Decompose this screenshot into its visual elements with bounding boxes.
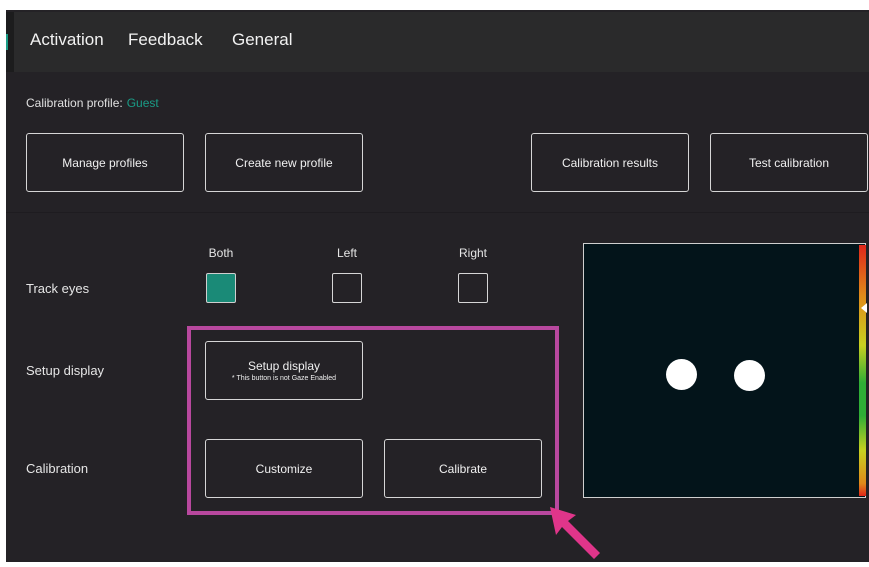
bottom-edge xyxy=(0,562,869,567)
tab-feedback[interactable]: Feedback xyxy=(128,30,203,50)
caret-left-icon xyxy=(861,303,867,313)
create-new-profile-button[interactable]: Create new profile xyxy=(205,133,363,192)
left-eye-dot xyxy=(666,359,697,390)
eye-tracker-preview xyxy=(583,243,866,498)
section-divider xyxy=(6,212,869,213)
right-eye-dot xyxy=(734,360,765,391)
distance-meter xyxy=(859,245,866,496)
calibration-label: Calibration xyxy=(26,461,89,476)
track-eyes-label: Track eyes xyxy=(26,281,90,296)
option-label-left: Left xyxy=(336,246,358,260)
highlight-box xyxy=(187,326,559,515)
setup-display-label: Setup display xyxy=(26,363,105,378)
calibration-results-button[interactable]: Calibration results xyxy=(531,133,689,192)
profile-name: Guest xyxy=(126,96,159,110)
option-label-both: Both xyxy=(208,246,234,260)
tab-activation[interactable]: Activation xyxy=(30,30,104,50)
collapsed-nav-edge[interactable] xyxy=(6,12,14,72)
track-both-checkbox[interactable] xyxy=(206,273,236,303)
arrow-up-left-icon xyxy=(550,507,600,559)
manage-profiles-button[interactable]: Manage profiles xyxy=(26,133,184,192)
track-left-checkbox[interactable] xyxy=(332,273,362,303)
calibration-profile-caption: Calibration profile: xyxy=(26,96,123,110)
test-calibration-button[interactable]: Test calibration xyxy=(710,133,868,192)
tab-general[interactable]: General xyxy=(232,30,292,50)
option-label-right: Right xyxy=(458,246,488,260)
active-indicator xyxy=(6,34,8,50)
track-right-checkbox[interactable] xyxy=(458,273,488,303)
calibration-profile-label: Calibration profile: Guest xyxy=(26,96,159,110)
